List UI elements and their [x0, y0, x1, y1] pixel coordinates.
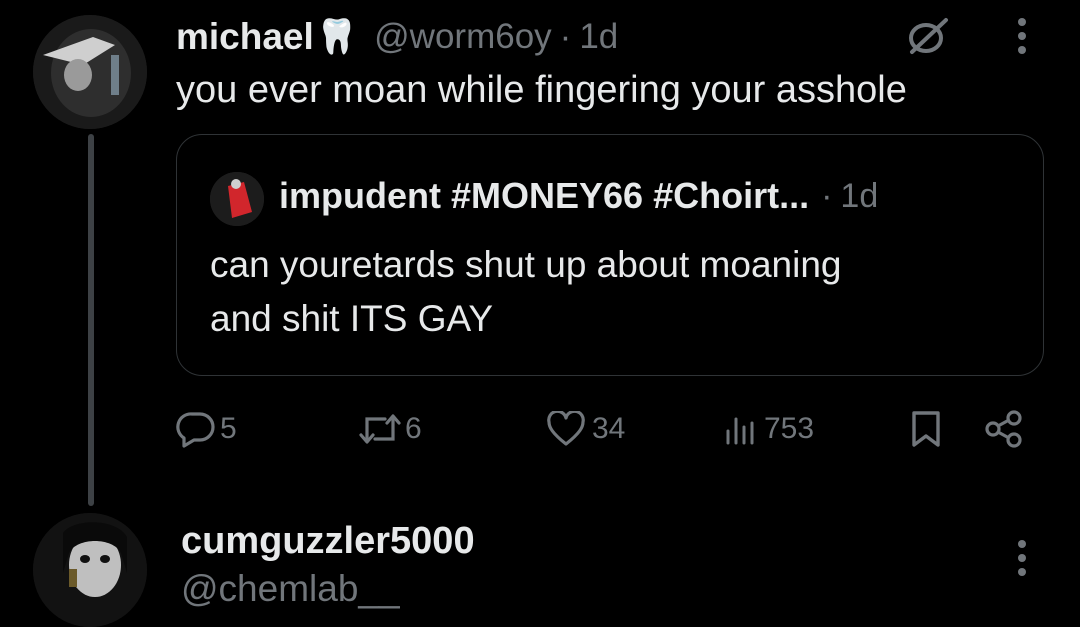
reply-more-dots-icon[interactable] [1014, 538, 1030, 578]
tweet-header: michael 🦷 @worm6oy · 1d [176, 14, 618, 60]
quote-author-name: impudent #MONEY66 #Choirt... [279, 175, 810, 216]
views-bars-icon [724, 411, 760, 447]
views-button[interactable]: 753 [724, 409, 814, 449]
tweet-time[interactable]: 1d [579, 17, 618, 57]
quote-time: 1d [840, 176, 879, 215]
quote-separator: · [821, 176, 833, 215]
quote-avatar-image [210, 172, 264, 226]
quote-text-line-1: can youretards shut up about moaning [210, 244, 842, 285]
reply-button[interactable]: 5 [176, 409, 237, 449]
reply-avatar-image [33, 513, 147, 627]
author-avatar[interactable] [33, 15, 147, 129]
like-button[interactable]: 34 [546, 409, 625, 449]
views-count: 753 [764, 412, 815, 445]
grok-slash-icon[interactable] [904, 16, 952, 56]
thread-connector-line [88, 134, 94, 506]
share-icon[interactable] [984, 410, 1024, 448]
heart-icon [546, 411, 586, 447]
separator-dot: · [559, 17, 572, 56]
avatar-image [33, 15, 147, 129]
more-dots-icon[interactable] [1014, 16, 1030, 56]
author-emoji: 🦷 [315, 18, 359, 56]
reply-user-handle[interactable]: @chemlab__ [181, 567, 400, 611]
reply-user-avatar[interactable] [33, 513, 147, 627]
tweet-text: you ever moan while fingering your assho… [176, 69, 907, 111]
quote-header: impudent #MONEY66 #Choirt... · 1d [279, 173, 878, 219]
repost-arrows-icon [357, 411, 403, 447]
bookmark-icon[interactable] [909, 409, 943, 449]
reply-count: 5 [220, 412, 237, 445]
reply-bubble-icon [176, 410, 216, 448]
quote-author-avatar [210, 172, 264, 226]
author-name[interactable]: michael [176, 16, 314, 58]
repost-button[interactable]: 6 [357, 409, 422, 449]
reply-user-name[interactable]: cumguzzler5000 [181, 518, 475, 564]
quoted-tweet-card[interactable]: impudent #MONEY66 #Choirt... · 1d can yo… [176, 134, 1044, 376]
repost-count: 6 [405, 412, 422, 445]
author-handle[interactable]: @worm6oy [374, 17, 552, 57]
like-count: 34 [592, 412, 626, 445]
quote-text-line-2: and shit ITS GAY [210, 298, 494, 339]
